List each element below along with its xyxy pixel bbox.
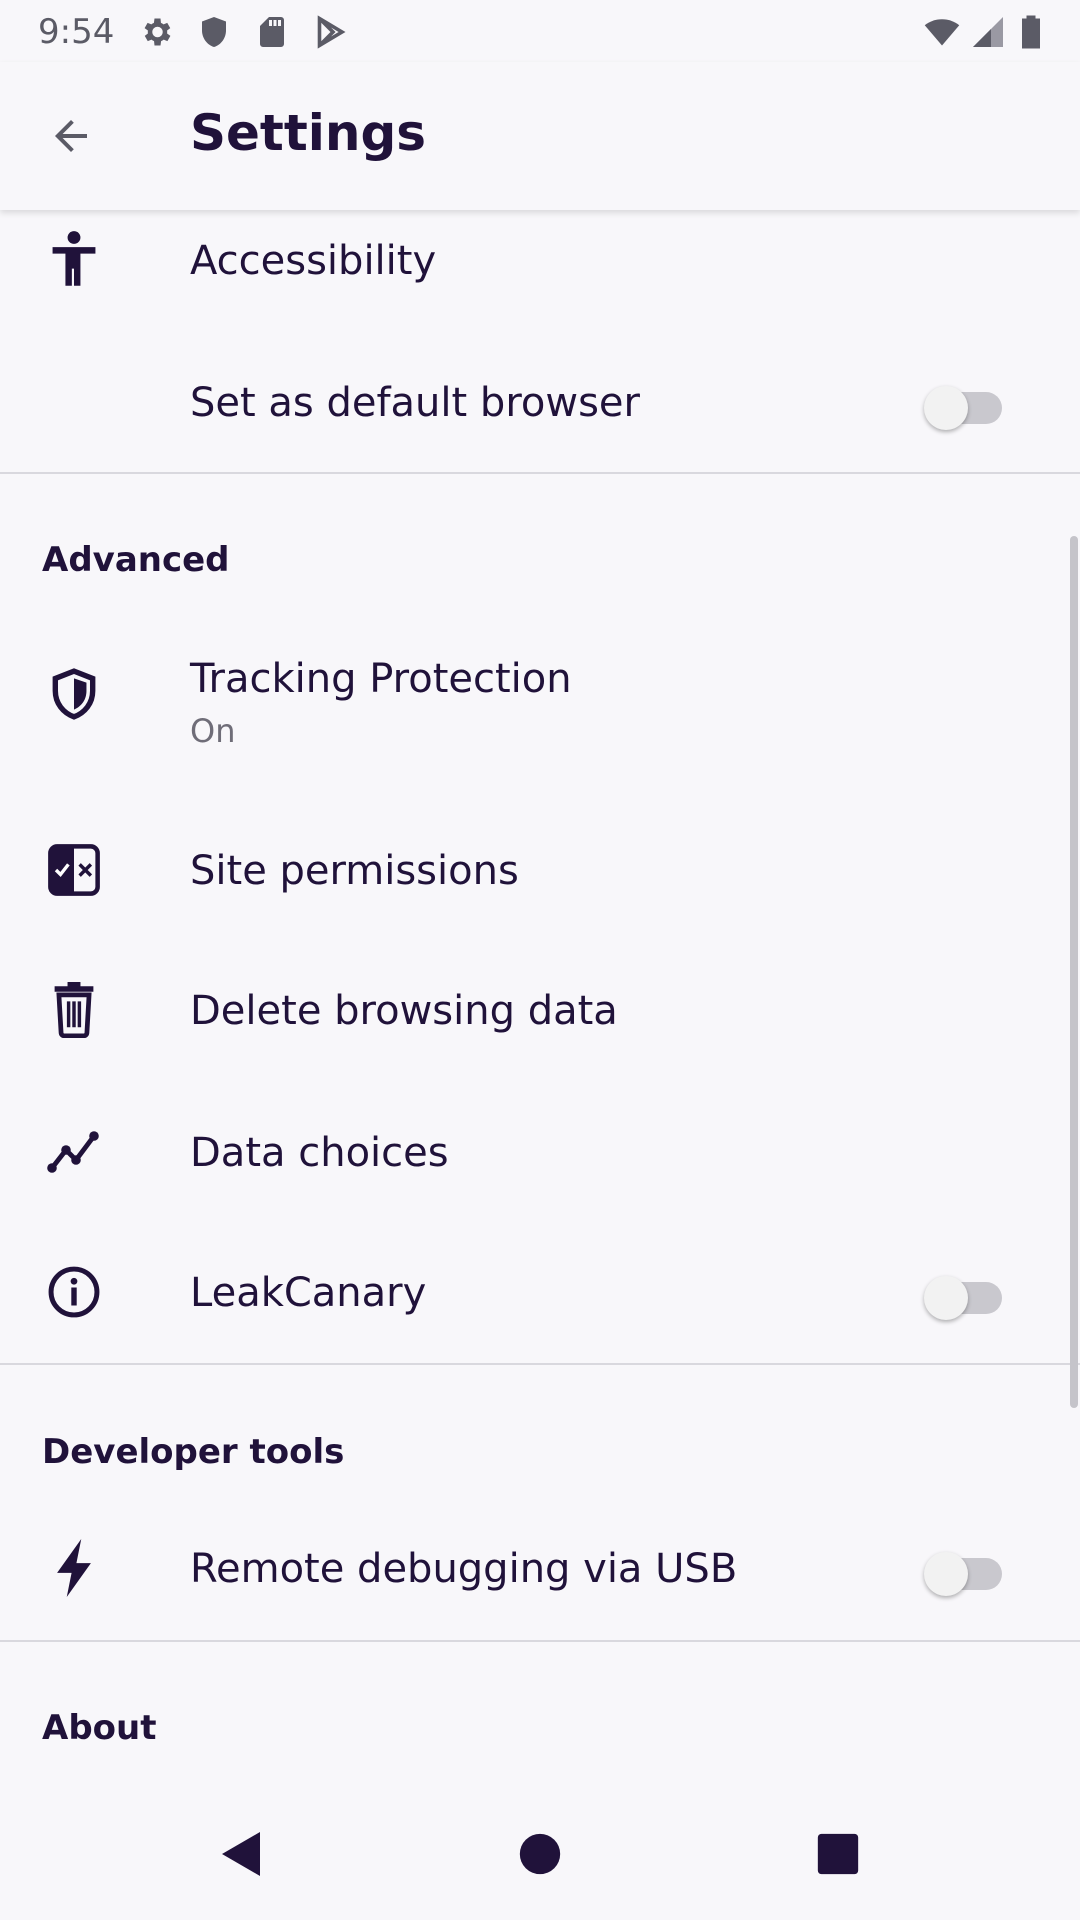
trash-icon [42, 978, 106, 1042]
back-button[interactable] [40, 108, 102, 164]
shield-icon [202, 17, 226, 47]
setting-sublabel: On [190, 712, 236, 750]
divider [0, 472, 1080, 474]
setting-label: Tracking Protection [190, 656, 572, 702]
setting-label: Delete browsing data [190, 988, 618, 1034]
battery-icon [1022, 15, 1040, 49]
arrow-back-icon [55, 120, 87, 152]
setting-label: Data choices [190, 1130, 449, 1176]
nav-home-icon [519, 1833, 561, 1875]
status-bar: 9:54 [0, 0, 1080, 62]
info-icon [42, 1260, 106, 1324]
nav-recents-button[interactable] [798, 1814, 878, 1894]
setting-delete-browsing-data[interactable]: Delete browsing data [0, 966, 1080, 1056]
setting-data-choices[interactable]: Data choices [0, 1108, 1080, 1198]
leakcanary-toggle[interactable] [924, 1262, 1008, 1322]
status-time: 9:54 [38, 12, 115, 52]
bolt-icon [42, 1536, 106, 1600]
shield-icon [42, 662, 106, 726]
sd-card-icon [260, 17, 284, 47]
cell-signal-icon [973, 17, 1003, 47]
setting-label: Set as default browser [190, 380, 640, 426]
toggle-thumb [924, 386, 968, 430]
section-header-advanced: Advanced [42, 540, 230, 580]
page-title: Settings [190, 104, 427, 162]
nav-back-icon [222, 1832, 260, 1876]
wifi-icon [924, 19, 960, 46]
system-nav-bar [0, 1780, 1080, 1920]
setting-default-browser[interactable]: Set as default browser [0, 358, 1080, 448]
accessibility-icon [42, 228, 106, 292]
setting-label: Accessibility [190, 238, 437, 284]
toggle-thumb [924, 1276, 968, 1320]
play-store-icon [317, 15, 346, 49]
toggle-thumb [924, 1552, 968, 1596]
setting-site-permissions[interactable]: Site permissions [0, 826, 1080, 916]
app-bar: Settings [0, 62, 1080, 210]
setting-tracking-protection[interactable]: Tracking Protection On [0, 640, 1080, 760]
setting-accessibility[interactable]: Accessibility [0, 218, 1080, 308]
nav-home-button[interactable] [500, 1814, 580, 1894]
nav-back-button[interactable] [200, 1814, 280, 1894]
gear-icon [144, 18, 171, 46]
divider [0, 1640, 1080, 1642]
nav-recents-icon [817, 1833, 859, 1875]
setting-label: Site permissions [190, 848, 519, 894]
permissions-icon [42, 838, 106, 902]
setting-label: Remote debugging via USB [190, 1546, 738, 1592]
remote-debugging-toggle[interactable] [924, 1538, 1008, 1598]
setting-label: LeakCanary [190, 1270, 427, 1316]
scrollbar[interactable] [1070, 536, 1078, 1408]
section-header-about: About [42, 1708, 157, 1748]
chart-line-icon [42, 1120, 106, 1184]
setting-leakcanary[interactable]: LeakCanary [0, 1248, 1080, 1338]
setting-remote-debugging[interactable]: Remote debugging via USB [0, 1524, 1080, 1614]
section-header-developer-tools: Developer tools [42, 1432, 345, 1472]
default-browser-toggle[interactable] [924, 372, 1008, 432]
divider [0, 1363, 1080, 1365]
